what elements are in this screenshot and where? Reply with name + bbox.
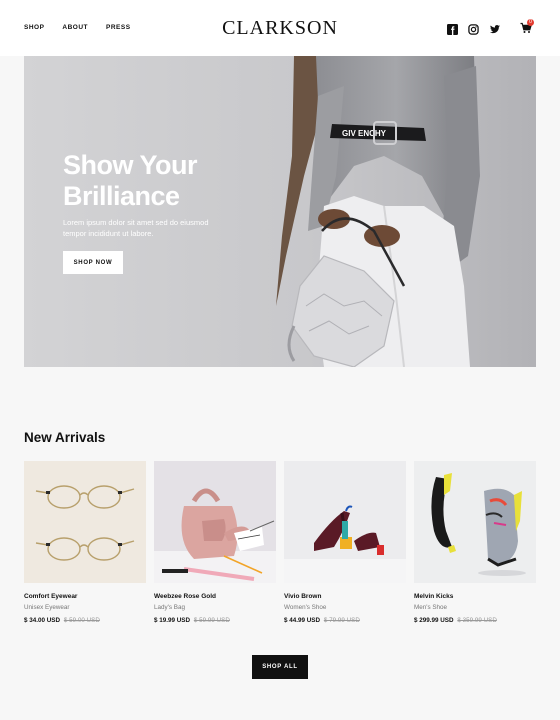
product-card[interactable]: Melvin Kicks Men's Shoe $ 299.99 USD $ 3… <box>414 461 536 624</box>
product-category: Lady's Bag <box>154 604 185 611</box>
product-grid: Comfort Eyewear Unisex Eyewear $ 34.00 U… <box>24 461 536 624</box>
product-category: Women's Shoe <box>284 604 327 611</box>
old-price: $ 59.00 USD <box>63 617 100 624</box>
hero-subtitle: Lorem ipsum dolor sit amet sed do eiusmo… <box>63 218 209 238</box>
cart-count-badge: 0 <box>527 19 534 26</box>
product-category: Men's Shoe <box>414 604 448 611</box>
hero-banner: GIV ENCHY Show Your Brilliance Lorem ips… <box>24 56 536 367</box>
product-name[interactable]: Weebzee Rose Gold <box>154 593 276 600</box>
belt-text: GIV ENCHY <box>342 129 387 138</box>
product-card[interactable]: Vivio Brown Women's Shoe $ 44.99 USD $ 7… <box>284 461 406 624</box>
current-price: $ 19.99 USD <box>154 617 191 624</box>
hero-title: Show Your Brilliance <box>63 150 198 212</box>
facebook-icon[interactable] <box>447 22 458 35</box>
product-price: $ 299.99 USD $ 359.99 USD <box>414 617 536 624</box>
hero-title-line1: Show Your <box>63 150 198 180</box>
product-name[interactable]: Melvin Kicks <box>414 593 536 600</box>
current-price: $ 44.99 USD <box>284 617 321 624</box>
social-links <box>447 22 501 35</box>
shop-now-button[interactable]: SHOP NOW <box>63 251 123 274</box>
site-header: SHOP ABOUT PRESS CLARKSON 0 <box>0 0 560 56</box>
product-card[interactable]: Comfort Eyewear Unisex Eyewear $ 34.00 U… <box>24 461 146 624</box>
product-category: Unisex Eyewear <box>24 604 70 611</box>
current-price: $ 34.00 USD <box>24 617 61 624</box>
shop-all-button[interactable]: SHOP ALL <box>252 655 308 679</box>
product-image-sneakers[interactable] <box>414 461 536 583</box>
old-price: $ 79.99 USD <box>323 617 360 624</box>
hero-title-line2: Brilliance <box>63 181 180 211</box>
product-price: $ 19.99 USD $ 59.99 USD <box>154 617 276 624</box>
instagram-icon[interactable] <box>468 22 479 35</box>
twitter-icon[interactable] <box>489 22 501 34</box>
section-title: New Arrivals <box>24 430 106 445</box>
old-price: $ 359.99 USD <box>457 617 497 624</box>
old-price: $ 59.99 USD <box>193 617 230 624</box>
product-image-bag[interactable] <box>154 461 276 583</box>
product-card[interactable]: Weebzee Rose Gold Lady's Bag $ 19.99 USD… <box>154 461 276 624</box>
product-price: $ 34.00 USD $ 59.00 USD <box>24 617 146 624</box>
current-price: $ 299.99 USD <box>414 617 454 624</box>
product-image-eyewear[interactable] <box>24 461 146 583</box>
product-name[interactable]: Vivio Brown <box>284 593 406 600</box>
product-name[interactable]: Comfort Eyewear <box>24 593 146 600</box>
product-price: $ 44.99 USD $ 79.99 USD <box>284 617 406 624</box>
product-image-heels[interactable] <box>284 461 406 583</box>
